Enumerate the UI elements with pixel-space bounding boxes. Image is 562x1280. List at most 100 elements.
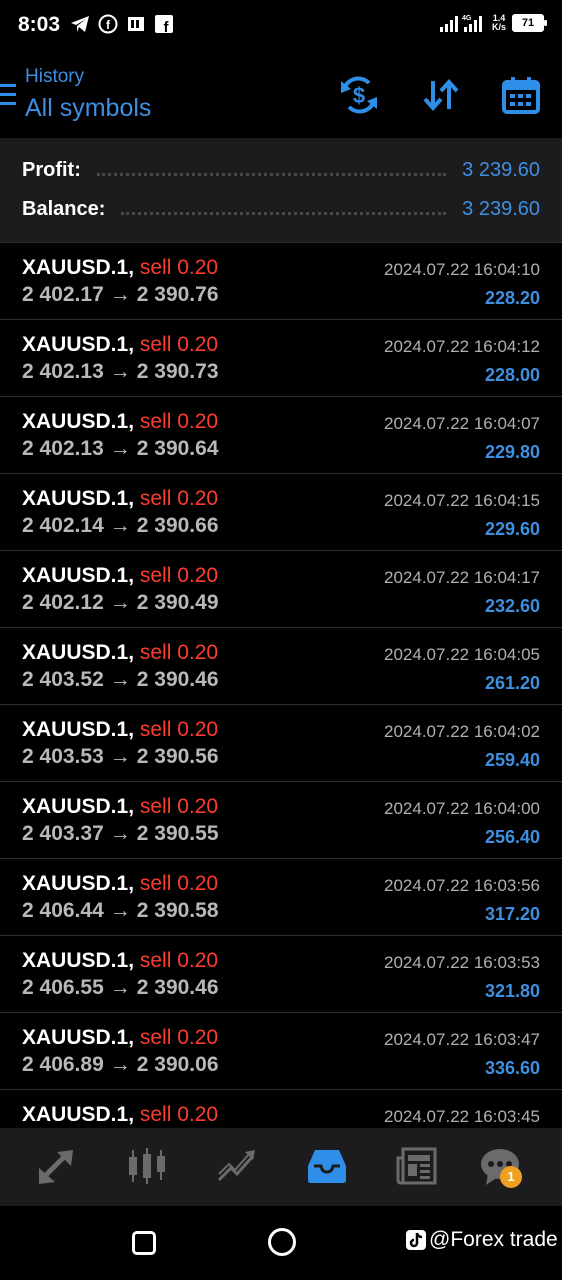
tab-history[interactable]: [303, 1144, 351, 1188]
symbol-name: XAUUSD.1,: [22, 718, 135, 741]
trade-datetime: 2024.07.22 16:04:07: [384, 414, 540, 433]
close-price: 2 390.06: [136, 1053, 219, 1076]
trade-profit: 229.80: [484, 442, 540, 462]
symbol-name: XAUUSD.1,: [22, 487, 135, 510]
header-title[interactable]: All symbols: [25, 94, 151, 123]
trade-side-volume: sell 0.20: [139, 795, 219, 818]
symbol-name: XAUUSD.1,: [22, 410, 135, 433]
watermark: @Forex trade: [405, 1228, 558, 1252]
trade-datetime: 2024.07.22 16:04:02: [384, 722, 540, 741]
arrow-icon: →: [109, 745, 131, 768]
trade-prices: 2 402.13 → 2 390.64: [22, 437, 219, 461]
tab-trade[interactable]: [213, 1144, 261, 1188]
close-price: 2 390.66: [136, 514, 219, 537]
app-notification-icon: [126, 14, 146, 34]
trade-symbol: XAUUSD.1, sell 0.20: [22, 1103, 218, 1127]
arrow-icon: →: [109, 822, 131, 845]
system-navigation-bar: @Forex trade: [0, 1206, 562, 1280]
trade-side-volume: sell 0.20: [139, 1103, 219, 1126]
trade-symbol: XAUUSD.1, sell 0.20: [22, 718, 218, 742]
currency-sort-button[interactable]: $: [338, 74, 380, 116]
trade-datetime: 2024.07.22 16:04:12: [384, 337, 540, 356]
trade-side-volume: sell 0.20: [139, 487, 219, 510]
menu-icon[interactable]: [0, 84, 16, 106]
trade-symbol: XAUUSD.1, sell 0.20: [22, 487, 218, 511]
symbol-name: XAUUSD.1,: [22, 1026, 135, 1049]
trend-chart-icon: [217, 1150, 255, 1182]
trade-symbol: XAUUSD.1, sell 0.20: [22, 333, 218, 357]
trade-row[interactable]: XAUUSD.1, sell 0.20 2 402.13 → 2 390.73 2024…: [0, 320, 562, 397]
trade-row[interactable]: XAUUSD.1, sell 0.20 2 403.53 → 2 390.56 2024…: [0, 705, 562, 782]
trade-row[interactable]: XAUUSD.1, sell 0.20 2 406.55 → 2 390.46 2024…: [0, 936, 562, 1013]
recents-button[interactable]: [132, 1231, 156, 1255]
trade-prices: 2 402.14 → 2 390.66: [22, 514, 219, 538]
date-range-button[interactable]: [500, 74, 542, 116]
close-price: 2 390.49: [136, 591, 219, 614]
trade-row[interactable]: XAUUSD.1, sell 0.20 2 402.14 → 2 390.66 2024…: [0, 474, 562, 551]
trade-symbol: XAUUSD.1, sell 0.20: [22, 949, 218, 973]
open-price: 2 402.13: [22, 360, 104, 383]
trade-side-volume: sell 0.20: [139, 641, 219, 664]
tiktok-logo-icon: [406, 1230, 426, 1250]
chat-badge: 1: [500, 1166, 522, 1188]
profit-row: Profit: 3 239.60: [22, 155, 540, 185]
inbox-icon: [308, 1150, 346, 1183]
trade-row[interactable]: XAUUSD.1, sell 0.20 2024.07.22 16:03:45: [0, 1090, 562, 1128]
trade-symbol: XAUUSD.1, sell 0.20: [22, 641, 218, 665]
profit-value: 3 239.60: [462, 158, 540, 181]
trade-history-list[interactable]: XAUUSD.1, sell 0.20 2 402.17 → 2 390.76 2024…: [0, 243, 562, 1128]
tab-chat[interactable]: 1: [476, 1144, 524, 1188]
trade-row[interactable]: XAUUSD.1, sell 0.20 2 406.44 → 2 390.58 2024…: [0, 859, 562, 936]
open-price: 2 403.53: [22, 745, 104, 768]
header-subtitle: History: [25, 66, 85, 87]
trade-symbol: XAUUSD.1, sell 0.20: [22, 795, 218, 819]
trade-datetime: 2024.07.22 16:03:47: [384, 1030, 540, 1049]
open-price: 2 402.13: [22, 437, 104, 460]
trade-row[interactable]: XAUUSD.1, sell 0.20 2 403.37 → 2 390.55 2024…: [0, 782, 562, 859]
svg-text:f: f: [106, 18, 111, 32]
svg-text:$: $: [353, 83, 365, 108]
balance-value: 3 239.60: [462, 197, 540, 220]
open-price: 2 403.52: [22, 668, 104, 691]
trade-symbol: XAUUSD.1, sell 0.20: [22, 564, 218, 588]
account-summary: Profit: 3 239.60 Balance: 3 239.60: [0, 138, 562, 243]
close-price: 2 390.46: [136, 668, 219, 691]
trade-row[interactable]: XAUUSD.1, sell 0.20 2 402.12 → 2 390.49 2024…: [0, 551, 562, 628]
trade-row[interactable]: XAUUSD.1, sell 0.20 2 403.52 → 2 390.46 2024…: [0, 628, 562, 705]
symbol-name: XAUUSD.1,: [22, 641, 135, 664]
trade-datetime: 2024.07.22 16:04:05: [384, 645, 540, 664]
sort-button[interactable]: [420, 74, 462, 116]
trade-profit: 229.60: [484, 519, 540, 539]
trade-profit: 336.60: [484, 1058, 540, 1078]
trade-row[interactable]: XAUUSD.1, sell 0.20 2 406.89 → 2 390.06 2024…: [0, 1013, 562, 1090]
close-price: 2 390.58: [136, 899, 219, 922]
trade-prices: 2 403.52 → 2 390.46: [22, 668, 219, 692]
trade-symbol: XAUUSD.1, sell 0.20: [22, 256, 218, 280]
facebook-icon: f: [154, 14, 174, 34]
trade-row[interactable]: XAUUSD.1, sell 0.20 2 402.13 → 2 390.64 2024…: [0, 397, 562, 474]
close-price: 2 390.56: [136, 745, 219, 768]
open-price: 2 402.17: [22, 283, 104, 306]
trade-side-volume: sell 0.20: [139, 410, 219, 433]
quotes-icon: [39, 1150, 73, 1184]
trade-prices: 2 406.44 → 2 390.58: [22, 899, 219, 923]
close-price: 2 390.46: [136, 976, 219, 999]
tab-quotes[interactable]: [33, 1144, 81, 1188]
home-button[interactable]: [268, 1228, 296, 1256]
trade-row[interactable]: XAUUSD.1, sell 0.20 2 402.17 → 2 390.76 2024…: [0, 243, 562, 320]
open-price: 2 406.55: [22, 976, 104, 999]
symbol-name: XAUUSD.1,: [22, 564, 135, 587]
trade-prices: 2 403.37 → 2 390.55: [22, 822, 219, 846]
open-price: 2 402.12: [22, 591, 104, 614]
trade-symbol: XAUUSD.1, sell 0.20: [22, 410, 218, 434]
tab-chart[interactable]: [123, 1144, 171, 1188]
trade-profit: 256.40: [484, 827, 540, 847]
close-price: 2 390.55: [136, 822, 219, 845]
network-type-label: 4G: [462, 15, 472, 22]
sort-arrows-icon: [423, 78, 459, 112]
arrow-icon: →: [109, 591, 131, 614]
trade-prices: 2 402.13 → 2 390.73: [22, 360, 219, 384]
trade-profit: 259.40: [484, 750, 540, 770]
symbol-name: XAUUSD.1,: [22, 256, 135, 279]
tab-news[interactable]: [393, 1144, 441, 1188]
